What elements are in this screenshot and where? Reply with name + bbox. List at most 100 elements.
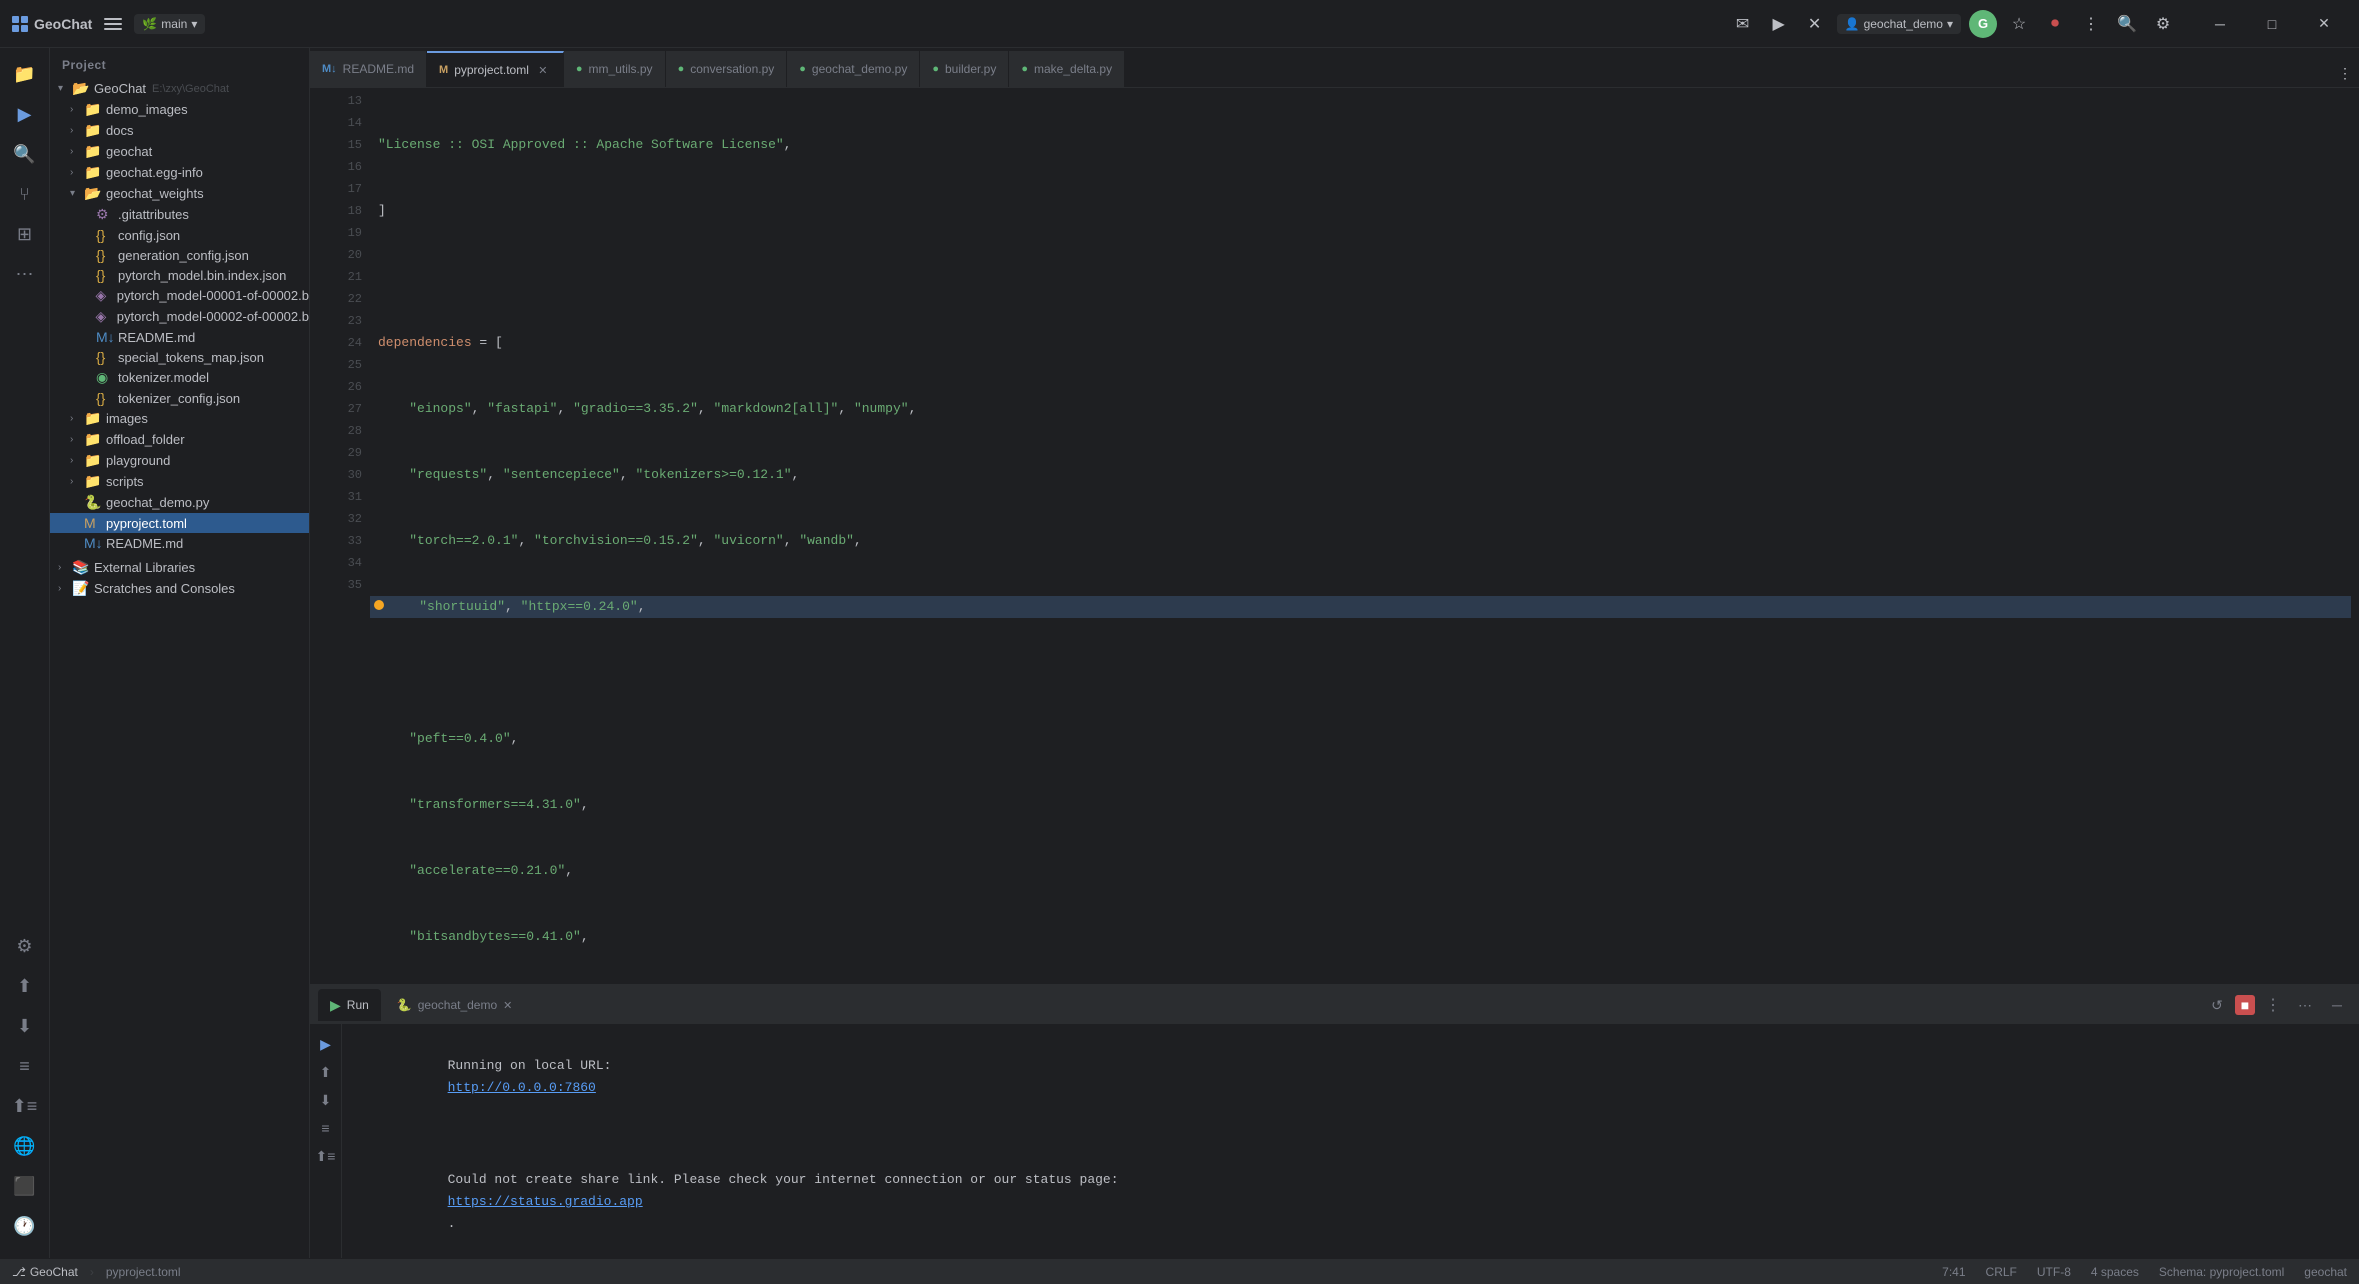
panel-minimize-icon[interactable]: ─ [2323, 991, 2351, 1019]
tree-item-scripts[interactable]: › 📁 scripts [50, 471, 309, 492]
tab-close-pyproject[interactable]: ✕ [535, 62, 551, 78]
close-button[interactable]: ✕ [2301, 8, 2347, 40]
sidebar-icon-search[interactable]: 🔍 [7, 136, 43, 172]
branch-selector[interactable]: 🌿 main ▾ [134, 14, 205, 34]
tab-geochat-demo[interactable]: ● geochat_demo.py [787, 51, 920, 87]
sidebar-icon-bottom5[interactable]: ⬆≡ [7, 1088, 43, 1124]
status-encoding[interactable]: UTF-8 [2033, 1265, 2075, 1279]
sidebar-icon-bottom2[interactable]: ⬆ [7, 968, 43, 1004]
code-line-18: "requests", "sentencepiece", "tokenizers… [370, 464, 2351, 486]
tree-item-pytorch-index[interactable]: {} pytorch_model.bin.index.json [50, 265, 309, 285]
tree-item-pytorch-00001[interactable]: ◈ pytorch_model-00001-of-00002.b [50, 285, 309, 306]
tree-item-offload[interactable]: › 📁 offload_folder [50, 429, 309, 450]
panel-icon-indent[interactable]: ⬆≡ [314, 1144, 338, 1168]
tree-item-geochat-demo-py[interactable]: 🐍 geochat_demo.py [50, 492, 309, 513]
panel-icon-active[interactable]: ▶ [314, 1032, 338, 1056]
more-icon[interactable]: ⋮ [2077, 10, 2105, 38]
tree-item-generation-config[interactable]: {} generation_config.json [50, 245, 309, 265]
panel-tab-close[interactable]: ✕ [503, 999, 512, 1012]
tree-item-geochat[interactable]: › 📁 geochat [50, 141, 309, 162]
tree-item-scratches[interactable]: › 📝 Scratches and Consoles [50, 578, 309, 599]
console-blank1 [342, 1122, 2359, 1146]
panel-tabs: ▶ Run 🐍 geochat_demo ✕ ↺ ■ ⋮ ⋯ ─ [310, 986, 2359, 1024]
run-icon[interactable]: ▶ [1765, 10, 1793, 38]
tab-pyproject[interactable]: M pyproject.toml ✕ [427, 51, 564, 87]
panel-tab-run[interactable]: ▶ Run [318, 989, 381, 1021]
panel-tab-geochat[interactable]: 🐍 geochat_demo ✕ [385, 989, 525, 1021]
avatar[interactable]: G [1969, 10, 1997, 38]
tab-conversation[interactable]: ● conversation.py [666, 51, 788, 87]
tree-item-geochat-root[interactable]: ▾ 📂 GeoChat E:\zxy\GeoChat [50, 78, 309, 99]
sidebar-icon-bottom4[interactable]: ≡ [7, 1048, 43, 1084]
status-indent[interactable]: 4 spaces [2087, 1265, 2143, 1279]
panel-left-icons: ▶ ⬆ ⬇ ≡ ⬆≡ [310, 1024, 342, 1284]
stop-icon[interactable]: ✕ [1801, 10, 1829, 38]
tree-item-demo_images[interactable]: › 📁 demo_images [50, 99, 309, 120]
record-icon[interactable]: ⏺ [2041, 10, 2069, 38]
tree-item-tokenizer-config[interactable]: {} tokenizer_config.json [50, 388, 309, 408]
email-icon[interactable]: ✉ [1729, 10, 1757, 38]
sidebar-icon-bottom3[interactable]: ⬇ [7, 1008, 43, 1044]
tree-item-config-json[interactable]: {} config.json [50, 225, 309, 245]
panel-icon-list[interactable]: ≡ [314, 1116, 338, 1140]
tabs-bar: M↓ README.md M pyproject.toml ✕ ● mm_uti… [310, 48, 2359, 88]
tab-mm-utils[interactable]: ● mm_utils.py [564, 51, 666, 87]
profile-badge[interactable]: 👤 geochat_demo ▾ [1837, 14, 1961, 34]
tree-item-images[interactable]: › 📁 images [50, 408, 309, 429]
sidebar-icon-git[interactable]: ⑂ [7, 176, 43, 212]
tree-item-playground[interactable]: › 📁 playground [50, 450, 309, 471]
panel-icon-up[interactable]: ⬆ [314, 1060, 338, 1084]
tree-item-special-tokens[interactable]: {} special_tokens_map.json [50, 347, 309, 367]
app-logo: GeoChat [12, 16, 92, 32]
code-content[interactable]: "License :: OSI Approved :: Apache Softw… [370, 88, 2351, 984]
sidebar-icon-bottom6[interactable]: 🌐 [7, 1128, 43, 1164]
panel-icon-down[interactable]: ⬇ [314, 1088, 338, 1112]
status-position[interactable]: 7:41 [1938, 1265, 1969, 1279]
geochat-tab-label: geochat_demo [418, 998, 497, 1012]
tab-builder[interactable]: ● builder.py [920, 51, 1009, 87]
search-icon[interactable]: 🔍 [2113, 10, 2141, 38]
status-link[interactable]: https://status.gradio.app [448, 1194, 643, 1209]
tree-item-geochat-egg[interactable]: › 📁 geochat.egg-info [50, 162, 309, 183]
status-git-branch[interactable]: ⎇ GeoChat [8, 1265, 82, 1279]
status-file[interactable]: pyproject.toml [102, 1265, 185, 1279]
hamburger-menu[interactable] [104, 15, 122, 33]
tree-item-pytorch-00002[interactable]: ◈ pytorch_model-00002-of-00002.b [50, 306, 309, 327]
tree-item-external-libs[interactable]: › 📚 External Libraries [50, 557, 309, 578]
maximize-button[interactable]: □ [2249, 8, 2295, 40]
tab-make-delta[interactable]: ● make_delta.py [1009, 51, 1125, 87]
minimize-button[interactable]: ─ [2197, 8, 2243, 40]
status-schema[interactable]: Schema: pyproject.toml [2155, 1265, 2288, 1279]
sidebar-icon-clock[interactable]: 🕐 [7, 1208, 43, 1244]
tree-item-tokenizer-model[interactable]: ◉ tokenizer.model [50, 367, 309, 388]
tab-readme[interactable]: M↓ README.md [310, 51, 427, 87]
code-line-17: "einops", "fastapi", "gradio==3.35.2", "… [370, 398, 2351, 420]
star-icon[interactable]: ☆ [2005, 10, 2033, 38]
tree-item-gitattributes[interactable]: ⚙ .gitattributes [50, 204, 309, 225]
settings-icon[interactable]: ⚙ [2149, 10, 2177, 38]
tree-item-pyproject-toml[interactable]: M pyproject.toml [50, 513, 309, 533]
sidebar-icon-layers[interactable]: ⊞ [7, 216, 43, 252]
panel-action-stop[interactable]: ■ [2235, 995, 2255, 1015]
tree-item-geochat_weights[interactable]: ▾ 📂 geochat_weights [50, 183, 309, 204]
sidebar-icon-explorer[interactable]: 📁 [7, 56, 43, 92]
panel-console[interactable]: Running on local URL: http://0.0.0.0:786… [342, 1024, 2359, 1284]
status-line-ending[interactable]: CRLF [1982, 1265, 2021, 1279]
local-url-link[interactable]: http://0.0.0.0:7860 [448, 1080, 596, 1095]
panel-action-restart[interactable]: ↺ [2203, 991, 2231, 1019]
panel-settings-icon[interactable]: ⋯ [2291, 991, 2319, 1019]
tree-item-readme-weights[interactable]: M↓ README.md [50, 327, 309, 347]
sidebar-icon-settings[interactable]: ⚙ [7, 928, 43, 964]
editor-more-icon[interactable]: ⋮ [2331, 59, 2359, 87]
status-left: ⎇ GeoChat › pyproject.toml [8, 1265, 185, 1279]
sidebar-icon-more[interactable]: ⋯ [7, 256, 43, 292]
tree-item-readme-root[interactable]: M↓ README.md [50, 533, 309, 553]
code-line-21 [370, 662, 2351, 684]
sidebar-icon-terminal[interactable]: ⬛ [7, 1168, 43, 1204]
code-line-15 [370, 266, 2351, 288]
status-project[interactable]: geochat [2300, 1265, 2351, 1279]
console-share-line: Could not create share link. Please chec… [342, 1146, 2359, 1258]
sidebar-icon-run[interactable]: ▶ [7, 96, 43, 132]
panel-action-more[interactable]: ⋮ [2259, 991, 2287, 1019]
tree-item-docs[interactable]: › 📁 docs [50, 120, 309, 141]
